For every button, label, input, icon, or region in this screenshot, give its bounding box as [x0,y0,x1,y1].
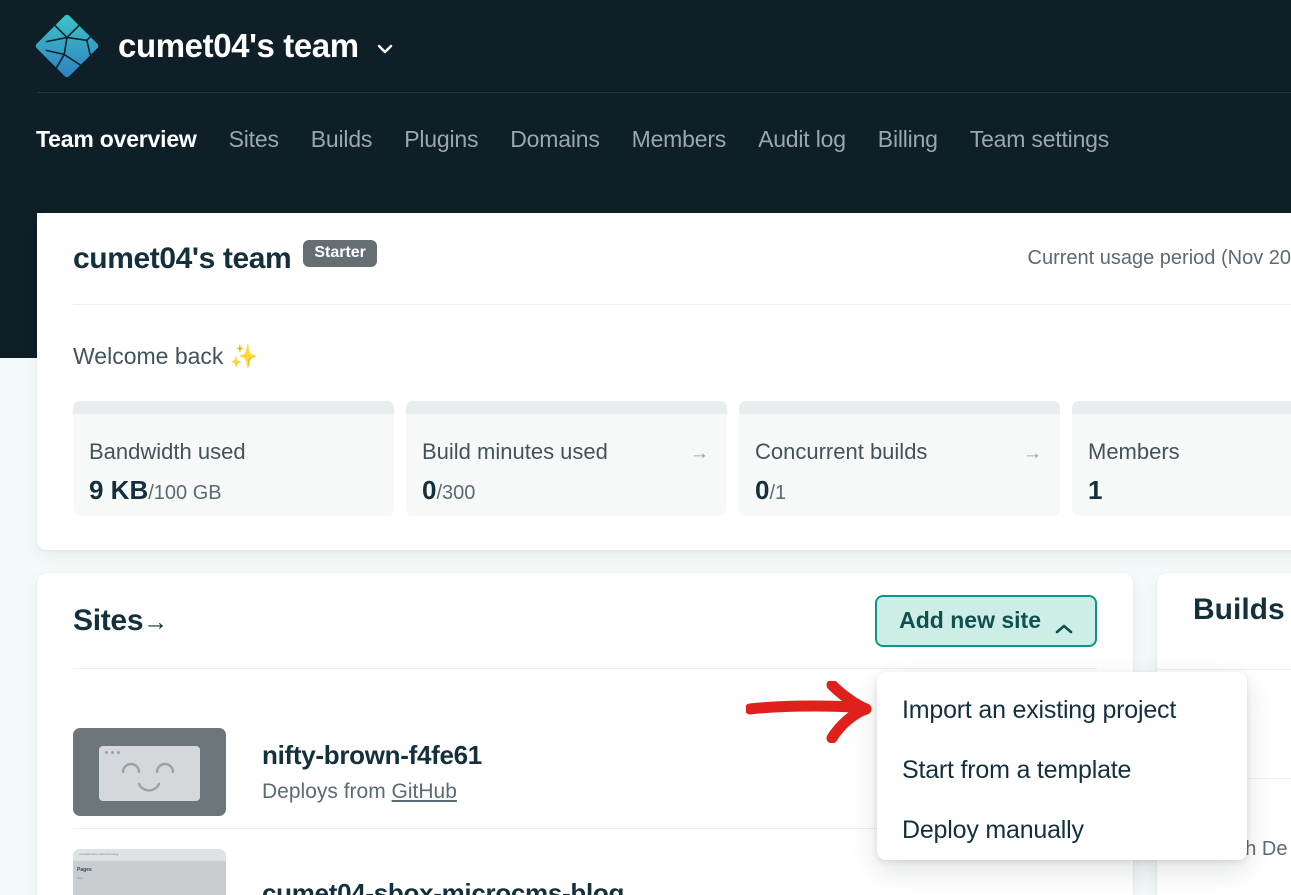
metric-value: 9 KB/100 GB [89,475,222,505]
metric-card-members[interactable]: Members 1 [1072,401,1291,516]
status-badge-plan: Starter [303,240,377,267]
team-overview-card: cumet04's team Starter Current usage per… [37,213,1291,550]
nav-item-members[interactable]: Members [616,126,742,153]
sites-section-title[interactable]: Sites→ [73,604,168,638]
arrow-right-icon: → [1023,443,1042,464]
metric-card-build-minutes[interactable]: Build minutes used → 0/300 [406,401,727,516]
metric-card-bandwidth[interactable]: Bandwidth used 9 KB/100 GB [73,401,394,516]
page-title: cumet04's team [73,241,292,275]
add-new-site-label: Add new site [899,606,1041,633]
page-root: cumet04's team Team overview Sites Build… [0,0,1291,895]
usage-period-label: Current usage period (Nov 20 [1027,247,1291,269]
arrow-right-icon: → [690,443,709,464]
chevron-down-icon[interactable] [375,39,395,59]
overview-divider [73,304,1291,305]
sites-header: Sites→ Add new site [37,573,1133,668]
menu-item-import-existing-project[interactable]: Import an existing project [902,696,1176,725]
metric-label: Members [1088,439,1180,464]
metric-label: Bandwidth used [89,439,246,464]
main-nav: Team overview Sites Builds Plugins Domai… [0,93,1291,185]
nav-item-plugins[interactable]: Plugins [388,126,494,153]
team-name-title: cumet04's team [118,27,359,64]
metric-value: 0/300 [422,475,476,505]
builds-section-title[interactable]: Builds [1193,593,1285,627]
arrow-right-icon: → [143,607,168,636]
add-new-site-button[interactable]: Add new site [875,594,1097,647]
metrics-row: Bandwidth used 9 KB/100 GB Build minutes… [73,401,1291,516]
site-list-item[interactable]: nifty-brown-f4fe61 Deploys from GitHub [73,728,482,816]
site-thumbnail-preview: cumet04-sbox-microcms-blog Pages blog [73,849,226,895]
nav-item-team-settings[interactable]: Team settings [954,126,1125,153]
brand-row: cumet04's team [0,0,1291,92]
site-subtitle: Deploys from GitHub [262,780,457,803]
github-link[interactable]: GitHub [392,780,457,803]
nav-item-billing[interactable]: Billing [862,126,954,153]
metric-card-concurrent-builds[interactable]: Concurrent builds → 0/1 [739,401,1060,516]
site-list-item[interactable]: cumet04-sbox-microcms-blog Pages blog cu… [73,849,624,895]
nav-item-sites[interactable]: Sites [213,126,295,153]
site-thumbnail-placeholder [73,728,226,816]
site-name: cumet04-sbox-microcms-blog [262,877,625,895]
metric-label: Concurrent builds [755,439,928,464]
sparkles-icon: ✨ [229,343,259,369]
menu-item-start-from-template[interactable]: Start from a template [902,756,1131,785]
welcome-text: Welcome back [73,343,224,369]
menu-item-deploy-manually[interactable]: Deploy manually [902,816,1084,845]
site-meta: nifty-brown-f4fe61 Deploys from GitHub [262,740,482,804]
nav-item-domains[interactable]: Domains [494,126,615,153]
add-new-site-dropdown-menu: Import an existing project Start from a … [877,672,1247,860]
overview-header: cumet04's team Starter Current usage per… [37,213,1291,304]
chevron-up-icon [1055,614,1073,634]
site-name: nifty-brown-f4fe61 [262,740,482,770]
nav-item-audit-log[interactable]: Audit log [742,126,862,153]
top-header-bar: cumet04's team Team overview Sites Build… [0,0,1291,213]
metric-value: 0/1 [755,475,787,505]
welcome-message: Welcome back ✨ [73,343,258,370]
sites-header-divider [73,668,1097,669]
builds-header-divider [1157,669,1291,670]
nav-item-team-overview[interactable]: Team overview [36,126,213,153]
nav-item-builds[interactable]: Builds [295,126,388,153]
site-meta: cumet04-sbox-microcms-blog [262,878,624,895]
header-left-fill [0,213,37,358]
metric-label: Build minutes used [422,439,608,464]
metric-value: 1 [1088,475,1103,505]
netlify-diamond-logo-icon[interactable] [30,9,104,83]
